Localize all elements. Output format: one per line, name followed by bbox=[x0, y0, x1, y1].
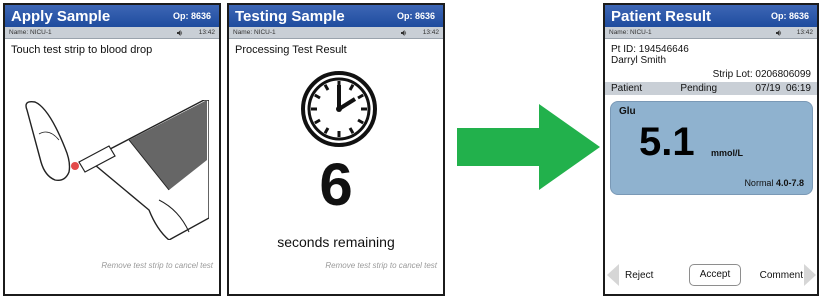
screen-patient-result: Patient Result Op: 8636 Name: NICU-1 13:… bbox=[603, 3, 819, 296]
title-bar: Apply Sample Op: 8636 bbox=[5, 5, 219, 27]
speaker-icon bbox=[776, 29, 782, 36]
screen-title: Patient Result bbox=[611, 7, 712, 25]
result-unit: mmol/L bbox=[711, 148, 744, 158]
arrow-right-icon bbox=[457, 104, 600, 190]
action-row: Reject Accept Comment bbox=[605, 264, 817, 286]
clock-time: 13:42 bbox=[198, 29, 215, 36]
left-arrow-icon[interactable] bbox=[607, 264, 619, 286]
operator-id: Op: 8636 bbox=[172, 11, 211, 21]
title-bar: Patient Result Op: 8636 bbox=[605, 5, 817, 27]
status-bar: Name: NICU-1 13:42 bbox=[605, 27, 817, 39]
cancel-hint: Remove test strip to cancel test bbox=[101, 261, 213, 270]
test-strip-illustration bbox=[25, 100, 209, 240]
title-bar: Testing Sample Op: 8636 bbox=[229, 5, 443, 27]
device-name: Name: NICU-1 bbox=[233, 29, 276, 36]
clock-time: 13:42 bbox=[796, 29, 813, 36]
patient-label: Patient bbox=[611, 83, 643, 94]
reject-button[interactable]: Reject bbox=[625, 270, 653, 281]
result-box: Glu 5.1 mmol/L Normal 4.0-7.8 bbox=[610, 101, 813, 195]
status-bar: Name: NICU-1 13:42 bbox=[5, 27, 219, 39]
instruction-text: Touch test strip to blood drop bbox=[11, 44, 153, 56]
clock-time: 13:42 bbox=[422, 29, 439, 36]
patient-info: Pt ID: 194546646 Darryl Smith bbox=[605, 39, 817, 66]
device-name: Name: NICU-1 bbox=[9, 29, 52, 36]
normal-range-value: 4.0-7.8 bbox=[775, 178, 804, 188]
comment-button[interactable]: Comment bbox=[760, 270, 803, 281]
operator-id: Op: 8636 bbox=[770, 11, 809, 21]
screen-title: Testing Sample bbox=[235, 7, 345, 25]
patient-name: Darryl Smith bbox=[611, 55, 667, 66]
processing-text: Processing Test Result bbox=[235, 44, 347, 56]
screen-apply-sample: Apply Sample Op: 8636 Name: NICU-1 13:42… bbox=[3, 3, 221, 296]
patient-id: Pt ID: 194546646 bbox=[611, 44, 689, 55]
pending-status: Pending bbox=[680, 83, 718, 94]
status-bar: Name: NICU-1 13:42 bbox=[229, 27, 443, 39]
operator-id: Op: 8636 bbox=[396, 11, 435, 21]
screen-testing-sample: Testing Sample Op: 8636 Name: NICU-1 13:… bbox=[227, 3, 445, 296]
speaker-icon bbox=[401, 29, 407, 36]
cancel-hint: Remove test strip to cancel test bbox=[325, 261, 437, 270]
patient-status-bar: Patient Pending 07/19 06:19 bbox=[605, 82, 817, 95]
device-name: Name: NICU-1 bbox=[609, 29, 652, 36]
seconds-remaining-label: seconds remaining bbox=[277, 234, 395, 250]
result-value: 5.1 bbox=[639, 120, 695, 164]
right-arrow-icon[interactable] bbox=[804, 264, 816, 286]
countdown-number: 6 bbox=[319, 151, 353, 218]
normal-label: Normal bbox=[744, 178, 774, 188]
result-time: 06:19 bbox=[785, 83, 811, 94]
clock-icon bbox=[301, 71, 377, 147]
accept-button[interactable]: Accept bbox=[689, 264, 741, 286]
result-datetime: 07/19 06:19 bbox=[755, 83, 811, 94]
speaker-icon bbox=[177, 29, 183, 36]
analyte-label: Glu bbox=[619, 106, 636, 117]
strip-lot: Strip Lot: 0206806099 bbox=[712, 69, 811, 80]
screen-title: Apply Sample bbox=[11, 7, 111, 25]
normal-range: Normal 4.0-7.8 bbox=[744, 178, 804, 188]
result-date: 07/19 bbox=[755, 83, 781, 94]
